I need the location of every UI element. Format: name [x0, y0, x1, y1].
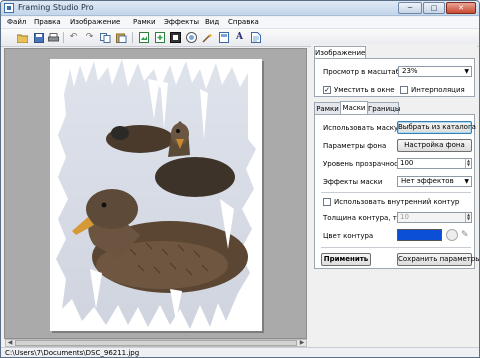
copy-icon[interactable] — [99, 31, 112, 44]
thickness-input[interactable]: 10 ▲ ▼ — [397, 212, 472, 223]
chevron-down-icon: ▼ — [464, 178, 469, 185]
save-params-button[interactable]: Сохранить параметры — [397, 253, 479, 266]
menu-help[interactable]: Справка — [228, 18, 259, 26]
toolbar-separator — [132, 32, 133, 43]
zoom-select[interactable]: 23% ▼ — [398, 66, 472, 77]
zoom-label: Просмотр в масштабе — [323, 68, 405, 76]
frame-icon[interactable] — [169, 31, 182, 44]
image-add-icon[interactable] — [153, 31, 166, 44]
menu-effects[interactable]: Эффекты — [164, 18, 199, 26]
fit-window-label: Уместить в окне — [334, 86, 395, 94]
layout-icon[interactable] — [217, 31, 230, 44]
menu-bar: Файл Правка Изображение Рамки Эффекты Ви… — [1, 17, 479, 29]
divider — [321, 247, 471, 248]
tab-masks[interactable]: Маски — [340, 101, 368, 115]
image-icon[interactable] — [137, 31, 150, 44]
settings-panel: Изображение Просмотр в масштабе 23% ▼ ✓ … — [311, 44, 479, 344]
menu-frames[interactable]: Рамки — [133, 18, 156, 26]
menu-image[interactable]: Изображение — [70, 18, 120, 26]
choose-from-catalog-button[interactable]: Выбрать из каталога — [397, 121, 476, 134]
menu-file[interactable]: Файл — [7, 18, 26, 26]
thickness-spinner-icon[interactable]: ▲ ▼ — [465, 213, 471, 222]
toolbar-separator — [63, 32, 64, 43]
contour-color-swatch[interactable] — [397, 229, 442, 241]
opacity-label: Уровень прозрачности — [323, 160, 407, 168]
image-settings-group: Просмотр в масштабе 23% ▼ ✓ Уместить в о… — [314, 58, 475, 97]
title-bar: Framing Studio Pro ─ □ ✕ — [1, 1, 479, 16]
inner-contour-label: Использовать внутренний контур — [334, 198, 460, 206]
document-icon[interactable] — [249, 31, 262, 44]
inner-contour-checkbox[interactable] — [323, 198, 331, 206]
canvas-area[interactable] — [4, 48, 307, 339]
window-title: Framing Studio Pro — [18, 3, 94, 12]
divider — [321, 192, 471, 193]
paste-icon[interactable] — [115, 31, 128, 44]
opacity-value: 100 — [400, 159, 414, 167]
contour-color-label: Цвет контура — [323, 232, 374, 240]
interpolation-checkbox[interactable] — [400, 86, 408, 94]
opacity-input[interactable]: 100 ▲ ▼ — [397, 158, 472, 169]
app-logo-icon — [4, 3, 14, 13]
mask-icon[interactable] — [185, 31, 198, 44]
mask-effects-label: Эффекты маски — [323, 178, 383, 186]
menu-edit[interactable]: Правка — [34, 18, 61, 26]
image-preview[interactable] — [50, 59, 262, 331]
masks-tab-content: Использовать маску Выбрать из каталога П… — [314, 114, 479, 269]
file-path: C:\Users\7\Documents\DSC_96211.jpg — [5, 349, 140, 357]
use-mask-label: Использовать маску — [323, 124, 399, 132]
menu-view[interactable]: Вид — [205, 18, 219, 26]
chevron-down-icon: ▼ — [464, 68, 469, 75]
apply-button[interactable]: Применить — [321, 253, 371, 266]
horizontal-scrollbar[interactable]: ◀ ▶ — [5, 339, 307, 347]
text-icon[interactable]: A — [233, 31, 246, 44]
save-icon[interactable] — [32, 31, 45, 44]
masked-photo — [56, 59, 256, 329]
fit-window-checkbox[interactable]: ✓ — [323, 86, 331, 94]
zoom-value: 23% — [402, 67, 418, 75]
interpolation-label: Интерполяция — [411, 86, 465, 94]
eyedropper-icon[interactable]: ✎ — [461, 229, 472, 241]
background-params-label: Параметры фона — [323, 142, 387, 150]
open-folder-icon[interactable] — [16, 31, 29, 44]
mask-effects-select[interactable]: Нет эффектов ▼ — [397, 176, 472, 187]
undo-icon[interactable]: ↶ — [67, 31, 80, 44]
mask-effects-value: Нет эффектов — [401, 177, 454, 185]
scroll-left-arrow-icon[interactable]: ◀ — [6, 340, 14, 346]
print-icon[interactable] — [47, 31, 60, 44]
thickness-value: 10 — [400, 213, 409, 221]
close-button[interactable]: ✕ — [446, 2, 476, 14]
scrollbar-thumb[interactable] — [15, 340, 297, 346]
effects-icon[interactable] — [201, 31, 214, 44]
background-setup-button[interactable]: Настройка фона — [397, 139, 472, 152]
minimize-button[interactable]: ─ — [398, 2, 422, 14]
status-bar: C:\Users\7\Documents\DSC_96211.jpg — [1, 347, 479, 357]
redo-icon[interactable]: ↷ — [83, 31, 96, 44]
scroll-right-arrow-icon[interactable]: ▶ — [298, 340, 306, 346]
opacity-spinner-icon[interactable]: ▲ ▼ — [465, 159, 471, 168]
app-window: Framing Studio Pro ─ □ ✕ Файл Правка Изо… — [0, 0, 480, 358]
maximize-button[interactable]: □ — [423, 2, 445, 14]
color-wheel-icon[interactable] — [446, 229, 458, 241]
